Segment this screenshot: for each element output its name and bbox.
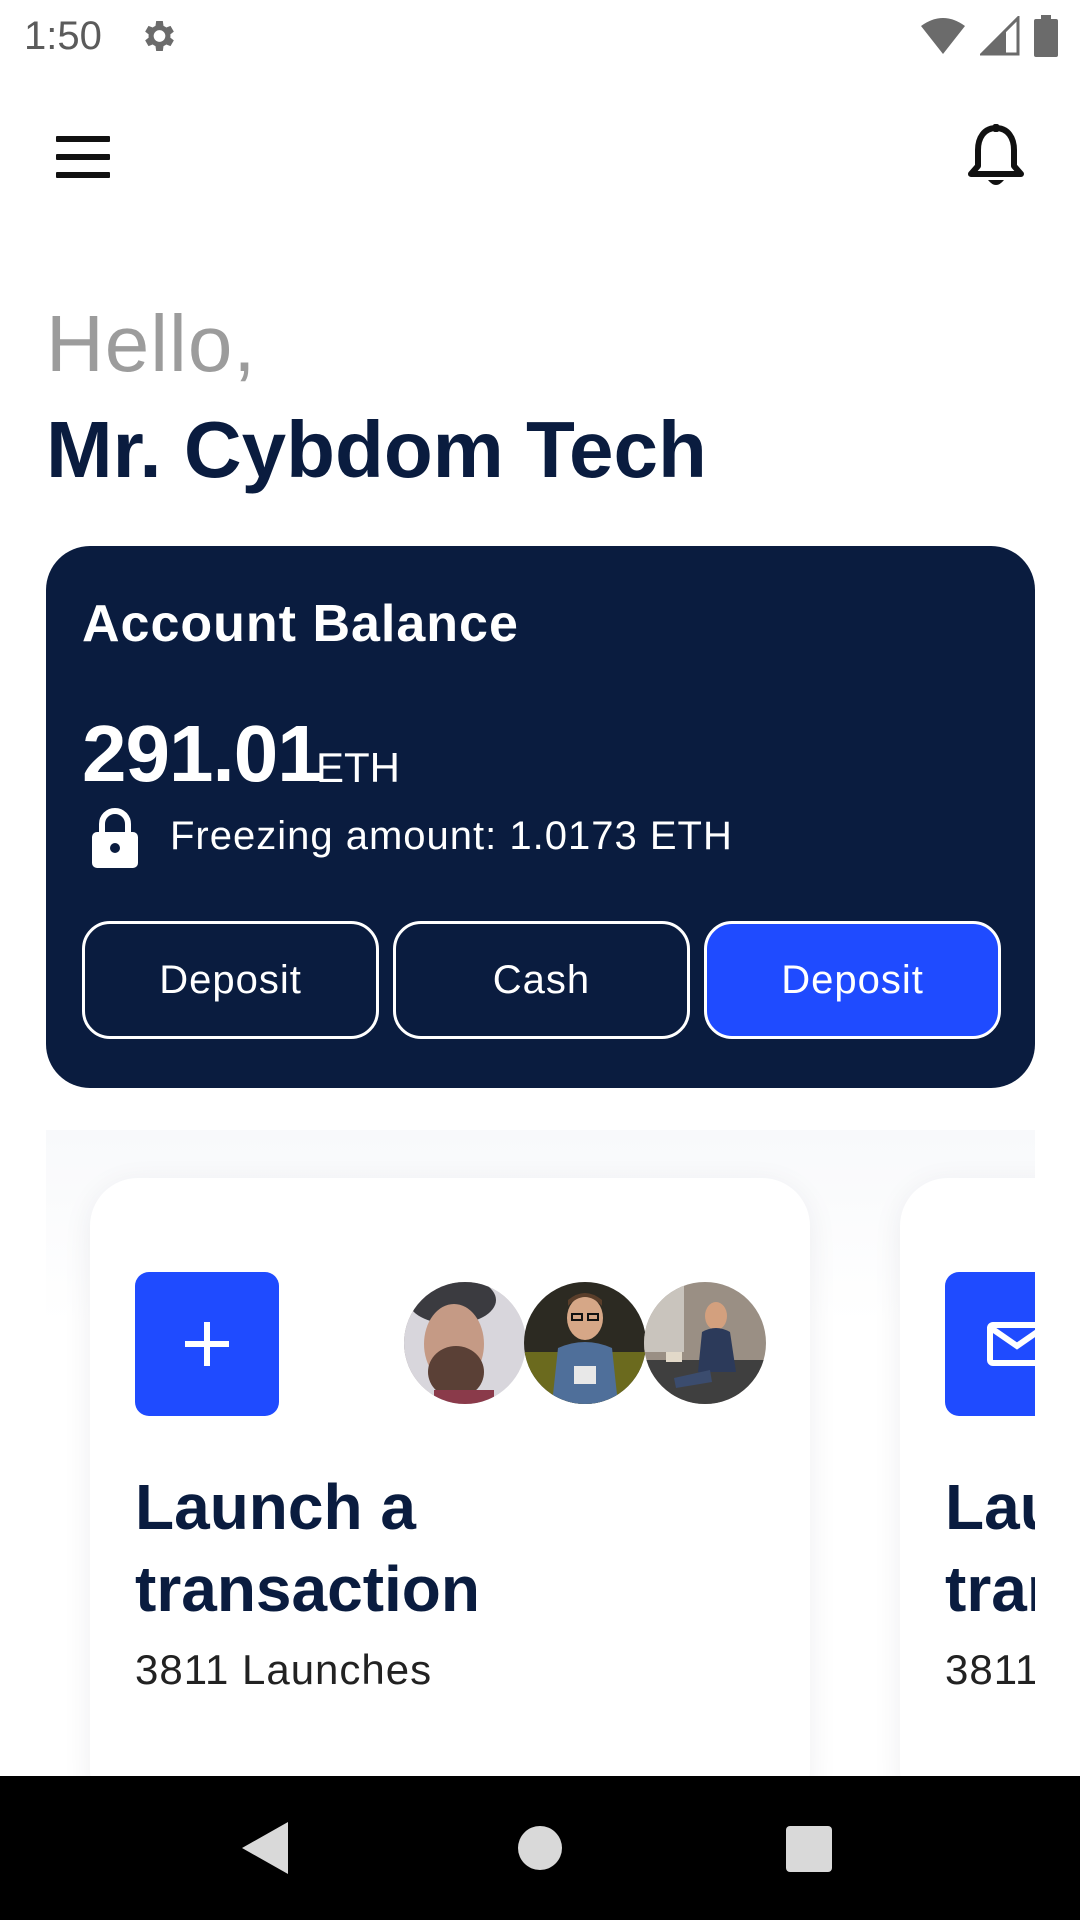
deposit-button[interactable]: Deposit bbox=[82, 921, 379, 1039]
balance-unit: ETH bbox=[316, 744, 400, 791]
menu-button[interactable] bbox=[52, 130, 116, 184]
actions-carousel[interactable]: Launch a transaction 3811 Launches Launc… bbox=[46, 1130, 1035, 1776]
account-balance-card: Account Balance 291.01 ETH Freezing amou… bbox=[46, 546, 1035, 1088]
action-title-line2: transaction bbox=[135, 1553, 480, 1625]
balance-amount: 291.01 bbox=[82, 709, 322, 798]
back-icon[interactable] bbox=[240, 1820, 290, 1876]
cash-button[interactable]: Cash bbox=[393, 921, 690, 1039]
balance-title: Account Balance bbox=[82, 595, 519, 653]
notifications-button[interactable] bbox=[964, 122, 1028, 192]
settings-gear-icon bbox=[145, 21, 174, 51]
avatar bbox=[644, 1282, 766, 1404]
recents-icon[interactable] bbox=[786, 1826, 832, 1872]
balance-actions: Deposit Cash Deposit bbox=[82, 921, 1001, 1039]
action-title: Launch a transaction bbox=[135, 1466, 755, 1630]
action-title: Launch a transaction bbox=[945, 1466, 1035, 1630]
person-glasses-photo bbox=[524, 1282, 646, 1404]
avatar bbox=[404, 1282, 526, 1404]
action-title-line1: Launch a bbox=[135, 1471, 416, 1543]
user-name: Mr. Cybdom Tech bbox=[46, 405, 707, 494]
action-title-line2: transaction bbox=[945, 1553, 1035, 1625]
person-beanie-photo bbox=[404, 1282, 526, 1404]
deposit-primary-button[interactable]: Deposit bbox=[704, 921, 1001, 1039]
action-subtitle: 3811 Launches bbox=[135, 1646, 433, 1693]
status-icons bbox=[920, 14, 1058, 58]
wifi-icon bbox=[921, 18, 965, 54]
person-sofa-photo bbox=[644, 1282, 766, 1404]
add-button[interactable] bbox=[135, 1272, 279, 1416]
freezing-amount-text: Freezing amount: 1.0173 ETH bbox=[170, 814, 733, 858]
greeting-text: Hello, bbox=[46, 299, 257, 388]
launch-transaction-card[interactable]: Launch a transaction 3811 Launches bbox=[90, 1178, 810, 1776]
avatar bbox=[524, 1282, 646, 1404]
action-subtitle: 3811 Launches bbox=[945, 1646, 1035, 1693]
second-action-card[interactable]: Launch a transaction 3811 Launches bbox=[900, 1178, 1035, 1776]
status-time: 1:50 bbox=[24, 14, 102, 58]
lock-icon bbox=[92, 808, 138, 868]
system-nav-bar bbox=[0, 1776, 1080, 1920]
cell-signal-icon bbox=[980, 16, 1020, 56]
plus-icon bbox=[185, 1322, 229, 1366]
status-bar: 1:50 bbox=[0, 0, 1080, 72]
home-icon[interactable] bbox=[518, 1826, 562, 1870]
bell-icon bbox=[968, 124, 1024, 185]
action-title-line1: Launch a bbox=[945, 1471, 1035, 1543]
battery-icon bbox=[1034, 15, 1058, 57]
mail-button[interactable] bbox=[945, 1272, 1035, 1416]
mail-icon bbox=[987, 1322, 1035, 1366]
